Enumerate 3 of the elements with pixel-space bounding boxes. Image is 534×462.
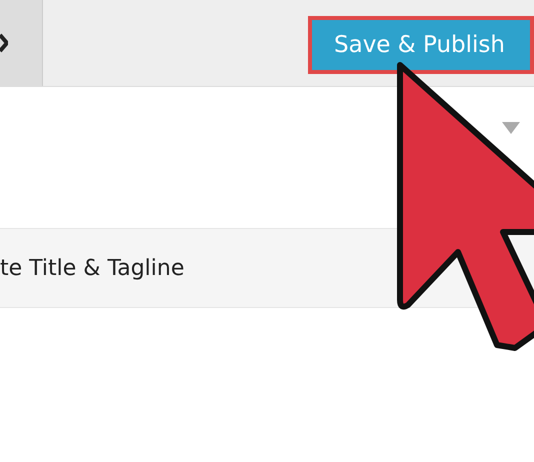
section-title: te Title & Tagline — [0, 254, 184, 282]
close-panel[interactable] — [0, 0, 43, 86]
close-icon — [0, 33, 8, 53]
